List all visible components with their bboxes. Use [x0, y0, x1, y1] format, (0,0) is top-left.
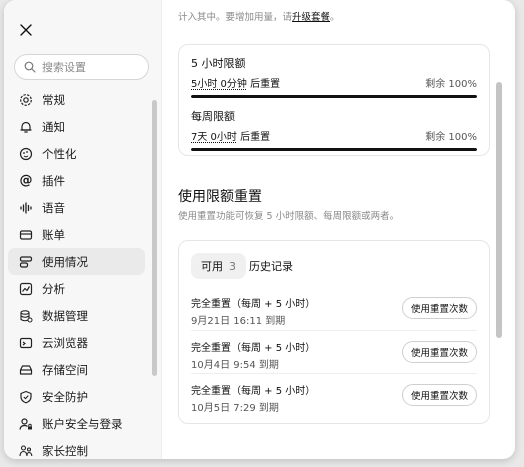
cloud-icon	[18, 335, 34, 351]
family-icon	[18, 443, 34, 459]
sidebar-item-label: 插件	[42, 173, 65, 188]
tab-available[interactable]: 可用 3	[191, 253, 246, 279]
use-reset-button[interactable]: 使用重置次数	[401, 341, 477, 363]
limit-reset-suffix: 后重置	[250, 79, 281, 90]
reset-expiry: 10月5日 7:29 到期	[191, 403, 279, 414]
sidebar-item-label: 数据管理	[42, 308, 88, 323]
reset-expiry: 10月4日 9:54 到期	[191, 360, 279, 371]
sidebar-item-billing[interactable]: 账单	[8, 221, 145, 248]
sidebar-item-parental-controls[interactable]: 家长控制	[8, 437, 145, 459]
tab-label: 历史记录	[249, 260, 293, 273]
chart-icon	[18, 281, 34, 297]
sidebar-item-analytics[interactable]: 分析	[8, 275, 145, 302]
at-sign-icon: @	[19, 173, 33, 188]
sidebar-item-personalization[interactable]: 个性化	[8, 140, 145, 167]
upgrade-plan-link[interactable]: 升级套餐	[292, 12, 330, 23]
storage-icon	[18, 362, 34, 378]
limit-reset-time: 7天 0小时	[191, 132, 237, 143]
sidebar-item-plugins[interactable]: @ 插件	[8, 167, 145, 194]
sidebar-item-label: 存储空间	[42, 362, 88, 377]
palette-icon	[18, 146, 34, 162]
limit-title: 5 小时限额	[191, 57, 246, 70]
usage-note: 计入其中。要增加用量，请升级套餐。	[178, 9, 340, 23]
limit-remaining: 剩余 100%	[425, 132, 477, 143]
limit-progress-bar	[191, 95, 477, 98]
reset-name: 完全重置（每周 + 5 小时）	[191, 343, 316, 354]
shield-icon	[18, 389, 34, 405]
usage-note-text: 计入其中。要增加用量，请	[178, 12, 293, 23]
search-field[interactable]	[14, 54, 149, 80]
tab-label: 可用	[201, 260, 223, 273]
sidebar-item-label: 通知	[42, 119, 65, 134]
bell-icon	[18, 119, 34, 135]
sidebar-item-label: 家长控制	[42, 443, 88, 458]
limit-remaining: 剩余 100%	[425, 79, 477, 90]
limit-reset-info: 7天 0小时 后重置	[191, 128, 270, 143]
sidebar-item-label: 账单	[42, 227, 65, 242]
reset-item: 完全重置（每周 + 5 小时） 10月5日 7:29 到期 使用重置次数	[191, 380, 477, 420]
settings-sidebar: 常规 通知 个性化 @ 插件 语音	[4, 0, 162, 459]
reset-name: 完全重置（每周 + 5 小时）	[191, 299, 316, 310]
use-reset-button[interactable]: 使用重置次数	[401, 384, 477, 406]
divider	[191, 373, 477, 374]
tab-count: 3	[229, 259, 236, 273]
search-input[interactable]	[42, 60, 137, 74]
usage-panel: 计入其中。要增加用量，请升级套餐。 5 小时限额 5小时 0分钟 后重置 剩余 …	[162, 0, 515, 459]
limit-reset-suffix: 后重置	[240, 132, 271, 143]
sidebar-item-label: 安全防护	[42, 389, 88, 404]
waveform-icon	[18, 200, 34, 216]
gear-icon	[18, 92, 34, 108]
search-icon	[24, 61, 36, 73]
divider	[191, 330, 477, 331]
limit-reset-info: 5小时 0分钟 后重置	[191, 75, 280, 90]
close-icon	[20, 24, 32, 36]
tab-history[interactable]: 历史记录	[249, 253, 293, 279]
sidebar-item-account-security[interactable]: 账户安全与登录	[8, 410, 145, 437]
sidebar-item-storage[interactable]: 存储空间	[8, 356, 145, 383]
reset-item: 完全重置（每周 + 5 小时） 9月21日 16:11 到期 使用重置次数	[191, 293, 477, 333]
limit-reset-time: 5小时 0分钟	[191, 79, 247, 90]
usage-note-suffix: 。	[330, 12, 340, 23]
sidebar-item-usage[interactable]: 使用情况	[8, 248, 145, 275]
limits-card: 5 小时限额 5小时 0分钟 后重置 剩余 100% 每周限额 7天 0小时 后…	[178, 44, 490, 156]
limit-progress-fill	[191, 95, 477, 98]
reset-expiry: 9月21日 16:11 到期	[191, 316, 286, 327]
limit-weekly: 每周限额 7天 0小时 后重置 剩余 100%	[191, 108, 477, 151]
sidebar-scrollbar[interactable]	[152, 100, 157, 376]
use-reset-button[interactable]: 使用重置次数	[401, 297, 477, 319]
user-lock-icon	[18, 416, 34, 432]
sidebar-item-data-management[interactable]: 数据管理	[8, 302, 145, 329]
reset-name: 完全重置（每周 + 5 小时）	[191, 386, 316, 397]
sidebar-item-cloud-browser[interactable]: 云浏览器	[8, 329, 145, 356]
database-icon	[18, 308, 34, 324]
section-description: 使用重置功能可恢复 5 小时限额、每周限额或两者。	[178, 211, 400, 222]
main-scrollbar[interactable]	[496, 82, 502, 338]
sidebar-item-voice[interactable]: 语音	[8, 194, 145, 221]
sidebar-item-label: 分析	[42, 281, 65, 296]
sidebar-item-label: 常规	[42, 92, 65, 107]
resets-card: 可用 3 历史记录 完全重置（每周 + 5 小时） 9月21日 16:11 到期 …	[178, 240, 490, 424]
limit-title: 每周限额	[191, 110, 235, 123]
limit-5h: 5 小时限额 5小时 0分钟 后重置 剩余 100%	[191, 55, 477, 98]
sidebar-item-label: 个性化	[42, 146, 77, 161]
card-icon	[18, 227, 34, 243]
sidebar-item-general[interactable]: 常规	[8, 86, 145, 113]
sidebar-item-security[interactable]: 安全防护	[8, 383, 145, 410]
reset-item: 完全重置（每周 + 5 小时） 10月4日 9:54 到期 使用重置次数	[191, 337, 477, 377]
sidebar-item-notifications[interactable]: 通知	[8, 113, 145, 140]
sidebar-item-label: 云浏览器	[42, 335, 88, 350]
sidebar-item-label: 语音	[42, 200, 65, 215]
sidebar-item-label: 账户安全与登录	[42, 416, 123, 431]
settings-nav: 常规 通知 个性化 @ 插件 语音 账单 使用情况 分析 数据管理 云浏览器 存…	[8, 86, 145, 459]
limit-progress-bar	[191, 148, 477, 151]
limit-progress-fill	[191, 148, 477, 151]
section-title: 使用限额重置	[178, 189, 262, 205]
usage-icon	[18, 254, 34, 270]
settings-dialog: 常规 通知 个性化 @ 插件 语音	[4, 0, 515, 459]
close-button[interactable]	[16, 20, 36, 40]
sidebar-item-label: 使用情况	[42, 254, 88, 269]
